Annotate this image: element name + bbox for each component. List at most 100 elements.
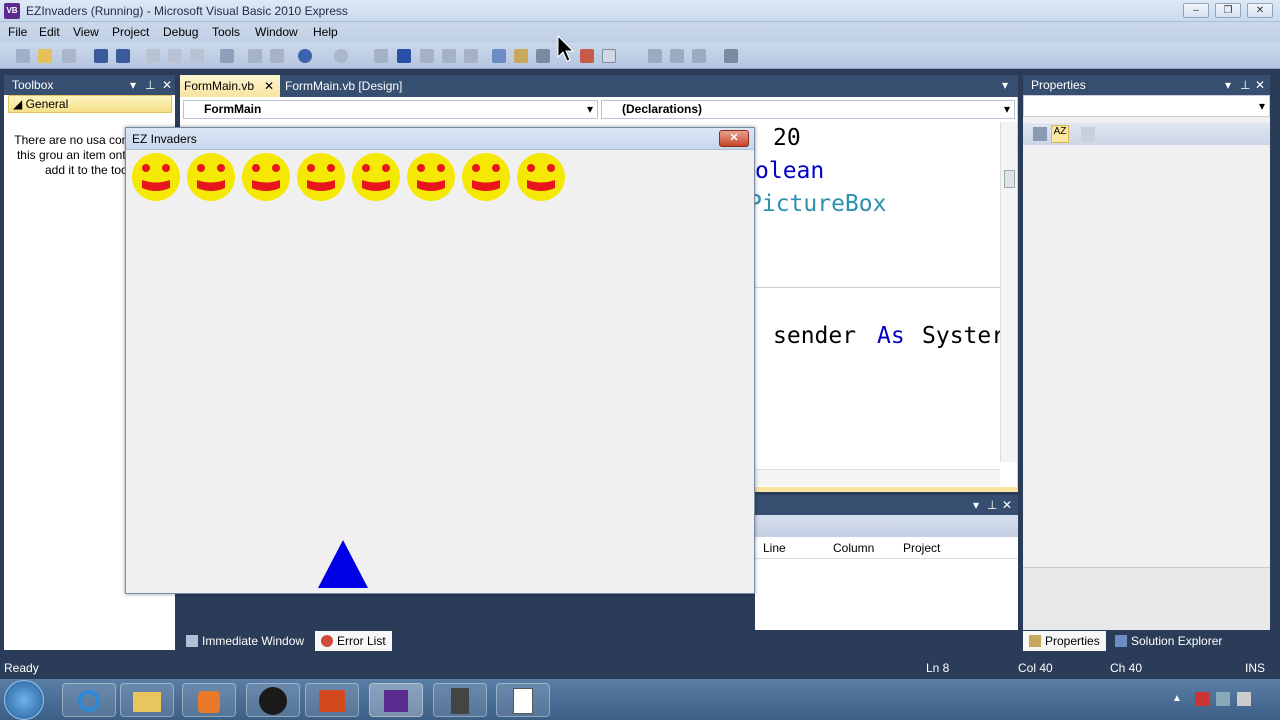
status-line: Ln 8 bbox=[926, 661, 950, 675]
method-name-combo[interactable]: (Declarations) ▾ bbox=[601, 100, 1015, 119]
uncomment-icon[interactable] bbox=[270, 49, 284, 63]
invader-smiley bbox=[132, 153, 180, 201]
powerpoint-icon[interactable] bbox=[305, 683, 359, 717]
redo-icon[interactable] bbox=[334, 49, 348, 63]
media-player-icon[interactable] bbox=[182, 683, 236, 717]
error-list-icon[interactable] bbox=[580, 49, 594, 63]
tab-immediate-window[interactable]: Immediate Window bbox=[180, 631, 310, 651]
stop-debugging-icon[interactable] bbox=[397, 49, 411, 63]
code-type: PictureBox bbox=[748, 191, 887, 217]
close-icon[interactable]: ✕ bbox=[1255, 75, 1265, 95]
camera-icon[interactable] bbox=[433, 683, 487, 717]
vertical-scrollbar[interactable] bbox=[1000, 122, 1017, 462]
invader-smiley bbox=[297, 153, 345, 201]
pin-icon[interactable]: ⊥ bbox=[145, 75, 155, 95]
solution-explorer-icon[interactable] bbox=[492, 49, 506, 63]
navigate-icon[interactable] bbox=[648, 49, 662, 63]
title-bar: VB EZInvaders (Running) - Microsoft Visu… bbox=[0, 0, 1280, 22]
alphabetical-icon[interactable]: AZ bbox=[1051, 125, 1069, 143]
paste-icon[interactable] bbox=[190, 49, 204, 63]
undo-icon[interactable] bbox=[298, 49, 312, 63]
ez-invaders-close-button[interactable]: ✕ bbox=[719, 130, 749, 147]
close-button[interactable]: ✕ bbox=[1247, 3, 1273, 18]
close-icon[interactable]: ✕ bbox=[1002, 498, 1012, 512]
mouse-cursor-icon bbox=[557, 35, 575, 62]
menu-debug[interactable]: Debug bbox=[163, 25, 198, 39]
hp-icon[interactable] bbox=[246, 683, 300, 717]
menu-edit[interactable]: Edit bbox=[39, 25, 60, 39]
tab-label: Error List bbox=[337, 634, 386, 648]
toolbox-icon[interactable] bbox=[536, 49, 550, 63]
customize-toolbar-icon[interactable] bbox=[724, 49, 738, 63]
menu-view[interactable]: View bbox=[73, 25, 99, 39]
column-header-project[interactable]: Project bbox=[903, 541, 940, 555]
ez-invaders-window[interactable]: EZ Invaders ✕ bbox=[125, 127, 755, 594]
cut-icon[interactable] bbox=[146, 49, 160, 63]
dropdown-icon[interactable]: ▾ bbox=[973, 498, 979, 512]
output-window-icon[interactable] bbox=[602, 49, 616, 63]
tab-properties[interactable]: Properties bbox=[1023, 631, 1106, 651]
toolbox-group-general[interactable]: ◢ General bbox=[8, 95, 172, 113]
tab-formmain-design[interactable]: FormMain.vb [Design] bbox=[281, 75, 406, 97]
new-project-icon[interactable] bbox=[16, 49, 30, 63]
menu-help[interactable]: Help bbox=[313, 25, 338, 39]
error-icon bbox=[321, 635, 333, 647]
error-list-panel: ▾ ⊥ ✕ Line Column Project bbox=[755, 495, 1018, 630]
group-label: General bbox=[25, 97, 69, 111]
dropdown-icon[interactable]: ▾ bbox=[1225, 75, 1231, 95]
properties-panel: Properties ▾ ⊥ ✕ ▾ AZ bbox=[1023, 75, 1270, 630]
comment-icon[interactable] bbox=[248, 49, 262, 63]
status-column: Col 40 bbox=[1018, 661, 1053, 675]
menu-tools[interactable]: Tools bbox=[212, 25, 240, 39]
column-header-column[interactable]: Column bbox=[833, 541, 874, 555]
horizontal-scrollbar[interactable] bbox=[755, 469, 1000, 486]
tab-formmain-vb[interactable]: FormMain.vb ✕ bbox=[180, 75, 280, 97]
step-over-icon[interactable] bbox=[442, 49, 456, 63]
tray-network-icon[interactable] bbox=[1216, 692, 1230, 706]
tab-list-dropdown-icon[interactable]: ▾ bbox=[1002, 78, 1008, 92]
status-ready: Ready bbox=[4, 661, 39, 675]
add-item-icon[interactable] bbox=[62, 49, 76, 63]
object-selector-combo[interactable]: ▾ bbox=[1023, 95, 1270, 117]
menu-window[interactable]: Window bbox=[255, 25, 298, 39]
find-icon[interactable] bbox=[220, 49, 234, 63]
error-list-columns: Line Column Project bbox=[755, 537, 1018, 559]
step-into-icon[interactable] bbox=[420, 49, 434, 63]
close-icon[interactable]: ✕ bbox=[162, 75, 172, 95]
class-name-combo[interactable]: FormMain ▾ bbox=[183, 100, 598, 119]
scrollbar-thumb[interactable] bbox=[1004, 170, 1015, 188]
column-header-line[interactable]: Line bbox=[763, 541, 786, 555]
minimize-button[interactable]: – bbox=[1183, 3, 1209, 18]
properties-toolbar: AZ bbox=[1023, 123, 1270, 145]
fullscreen-icon[interactable] bbox=[692, 49, 706, 63]
file-explorer-icon[interactable] bbox=[120, 683, 174, 717]
copy-icon[interactable] bbox=[168, 49, 182, 63]
document-icon[interactable] bbox=[496, 683, 550, 717]
categorized-icon[interactable] bbox=[1033, 127, 1047, 141]
step-out-icon[interactable] bbox=[464, 49, 478, 63]
menu-file[interactable]: File bbox=[8, 25, 27, 39]
tab-error-list[interactable]: Error List bbox=[315, 631, 392, 651]
properties-window-icon[interactable] bbox=[514, 49, 528, 63]
tray-flag-icon[interactable] bbox=[1195, 692, 1209, 706]
start-button[interactable] bbox=[4, 680, 44, 720]
pin-icon[interactable]: ⊥ bbox=[1240, 75, 1250, 95]
open-file-icon[interactable] bbox=[38, 49, 52, 63]
start-debugging-icon[interactable] bbox=[374, 49, 388, 63]
dropdown-icon[interactable]: ▾ bbox=[130, 75, 136, 95]
property-pages-icon[interactable] bbox=[1081, 127, 1095, 141]
save-icon[interactable] bbox=[94, 49, 108, 63]
window-icon[interactable] bbox=[670, 49, 684, 63]
vb-app-icon[interactable]: VB bbox=[4, 3, 20, 19]
menu-project[interactable]: Project bbox=[112, 25, 149, 39]
tray-volume-icon[interactable] bbox=[1237, 692, 1251, 706]
maximize-button[interactable]: ❐ bbox=[1215, 3, 1241, 18]
tray-arrow-icon[interactable]: ▲ bbox=[1172, 693, 1182, 704]
error-list-header: ▾ ⊥ ✕ bbox=[755, 495, 1018, 515]
internet-explorer-icon[interactable] bbox=[62, 683, 116, 717]
close-tab-icon[interactable]: ✕ bbox=[264, 75, 274, 97]
tab-solution-explorer[interactable]: Solution Explorer bbox=[1109, 631, 1228, 651]
visual-basic-icon[interactable] bbox=[369, 683, 423, 717]
save-all-icon[interactable] bbox=[116, 49, 130, 63]
pin-icon[interactable]: ⊥ bbox=[987, 498, 997, 512]
